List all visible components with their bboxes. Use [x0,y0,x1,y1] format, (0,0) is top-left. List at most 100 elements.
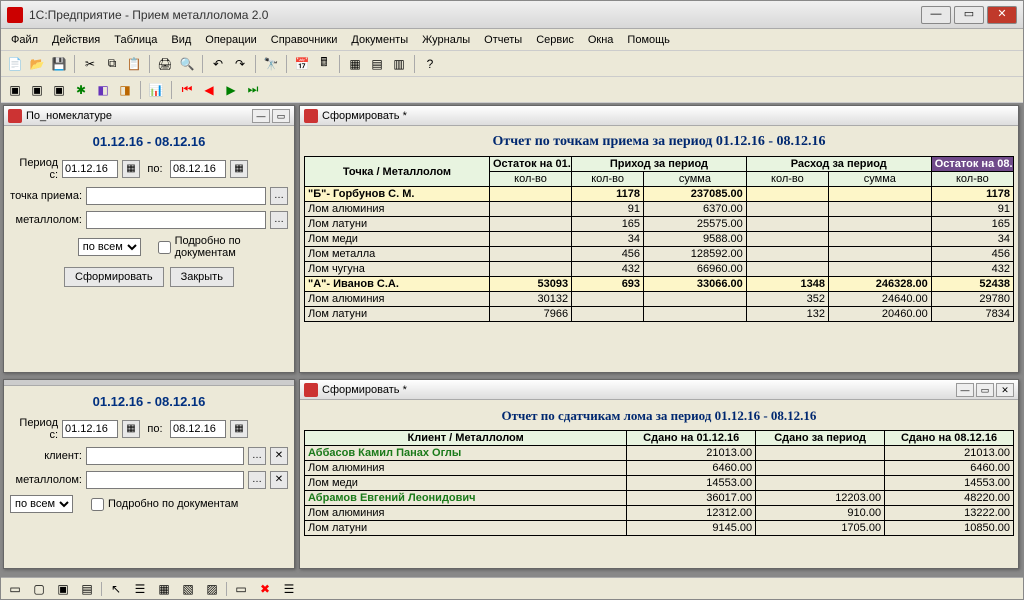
table-row[interactable]: Лом алюминия12312.00910.0013222.00 [305,506,1014,521]
app2-icon[interactable]: ▣ [27,80,47,100]
preview-icon[interactable]: 🔍 [177,54,197,74]
period-to-input[interactable] [170,160,226,178]
refresh-icon[interactable]: ✱ [71,80,91,100]
help-icon[interactable]: ? [420,54,440,74]
sb-icon-3[interactable]: ▣ [53,579,73,599]
period-from-input[interactable] [62,160,118,178]
calendar-icon[interactable]: 📅 [292,54,312,74]
sb-icon-10[interactable]: ✖ [255,579,275,599]
period-to-input-2[interactable] [170,420,226,438]
table-row[interactable]: Лом алюминия3013235224640.0029780 [305,292,1014,307]
sb-icon-5[interactable]: ☰ [130,579,150,599]
paste-icon[interactable]: 📋 [124,54,144,74]
detail-checkbox[interactable] [158,241,171,254]
print-icon[interactable]: 🖨 [155,54,175,74]
r2-close-button[interactable]: ✕ [996,383,1014,397]
sb-icon-6[interactable]: ▦ [154,579,174,599]
sb-icon-7[interactable]: ▧ [178,579,198,599]
metal-select-button-2[interactable]: … [248,471,266,489]
report-icon[interactable]: 📊 [146,80,166,100]
client-clear-button[interactable]: ✕ [270,447,288,465]
find-icon[interactable]: 🔭 [261,54,281,74]
table-row[interactable]: Лом меди14553.0014553.00 [305,476,1014,491]
detail-checkbox-2[interactable] [91,498,104,511]
tool1-icon[interactable]: ▦ [345,54,365,74]
save-icon[interactable]: 💾 [49,54,69,74]
sb-icon-8[interactable]: ▨ [202,579,222,599]
table-row[interactable]: Лом латуни9145.001705.0010850.00 [305,521,1014,536]
table-row[interactable]: Лом чугуна43266960.00432 [305,262,1014,277]
last-icon[interactable]: ⏭ [243,80,263,100]
filter-select[interactable]: по всем [78,238,141,256]
next-icon[interactable]: ▶ [221,80,241,100]
calendar-from-icon-2[interactable]: ▦ [122,420,140,438]
menu-operations[interactable]: Операции [199,32,262,48]
sb-cursor-icon[interactable]: ↖ [106,579,126,599]
calendar-to-icon-2[interactable]: ▦ [230,420,248,438]
menu-view[interactable]: Вид [165,32,197,48]
menu-reports[interactable]: Отчеты [478,32,528,48]
cut-icon[interactable]: ✂ [80,54,100,74]
menu-actions[interactable]: Действия [46,32,106,48]
menu-catalogs[interactable]: Справочники [265,32,344,48]
sb-icon-11[interactable]: ☰ [279,579,299,599]
table-row[interactable]: Абрамов Евгений Леонидович36017.0012203.… [305,491,1014,506]
table-row[interactable]: Лом металла456128592.00456 [305,247,1014,262]
metal-select-button[interactable]: … [270,211,288,229]
tool2-icon[interactable]: ▤ [367,54,387,74]
first-icon[interactable]: ⏮ [177,80,197,100]
tool3-icon[interactable]: ▥ [389,54,409,74]
point-select-button[interactable]: … [270,187,288,205]
calendar-to-icon[interactable]: ▦ [230,160,248,178]
menu-windows[interactable]: Окна [582,32,620,48]
filter-select-2[interactable]: по всем [10,495,73,513]
r2-max-button[interactable]: ▭ [976,383,994,397]
metal-input-2[interactable] [86,471,244,489]
r2-min-button[interactable]: — [956,383,974,397]
client-input[interactable] [86,447,244,465]
panel-max-button[interactable]: ▭ [272,109,290,123]
close-panel-button[interactable]: Закрыть [170,267,234,287]
metal-input[interactable] [86,211,266,229]
copy-icon[interactable]: ⧉ [102,54,122,74]
app1-icon[interactable]: ▣ [5,80,25,100]
table-row[interactable]: Лом алюминия916370.0091 [305,202,1014,217]
box2-icon[interactable]: ◨ [115,80,135,100]
prev-icon[interactable]: ◀ [199,80,219,100]
open-icon[interactable]: 📂 [27,54,47,74]
close-button[interactable]: ✕ [987,6,1017,24]
sb-icon-9[interactable]: ▭ [231,579,251,599]
box1-icon[interactable]: ◧ [93,80,113,100]
minimize-button[interactable]: — [921,6,951,24]
undo-icon[interactable]: ↶ [208,54,228,74]
panel-min-button[interactable]: — [252,109,270,123]
period-from-input-2[interactable] [62,420,118,438]
sb-icon-2[interactable]: ▢ [29,579,49,599]
table-row[interactable]: Лом алюминия6460.006460.00 [305,461,1014,476]
new-icon[interactable]: 📄 [5,54,25,74]
menu-journals[interactable]: Журналы [416,32,476,48]
menu-table[interactable]: Таблица [108,32,163,48]
sb-icon-4[interactable]: ▤ [77,579,97,599]
table-row[interactable]: Аббасов Камил Панах Оглы21013.0021013.00 [305,446,1014,461]
redo-icon[interactable]: ↷ [230,54,250,74]
calc-icon[interactable]: 🖩 [314,54,334,74]
metal-clear-button-2[interactable]: ✕ [270,471,288,489]
menu-documents[interactable]: Документы [345,32,414,48]
client-select-button[interactable]: … [248,447,266,465]
menu-file[interactable]: Файл [5,32,44,48]
menu-service[interactable]: Сервис [530,32,580,48]
calendar-from-icon[interactable]: ▦ [122,160,140,178]
sb-icon-1[interactable]: ▭ [5,579,25,599]
report-clients-window: Сформировать * — ▭ ✕ Отчет по сдатчикам … [299,379,1019,569]
app3-icon[interactable]: ▣ [49,80,69,100]
point-input[interactable] [86,187,266,205]
maximize-button[interactable]: ▭ [954,6,984,24]
table-row[interactable]: Лом латуни796613220460.007834 [305,307,1014,322]
table-row[interactable]: Лом меди349588.0034 [305,232,1014,247]
table-row[interactable]: "Б"- Горбунов С. М.1178237085.001178 [305,187,1014,202]
table-row[interactable]: Лом латуни16525575.00165 [305,217,1014,232]
form-button[interactable]: Сформировать [64,267,164,287]
table-row[interactable]: "А"- Иванов С.А.5309369333066.0013482463… [305,277,1014,292]
menu-help[interactable]: Помощь [621,32,676,48]
